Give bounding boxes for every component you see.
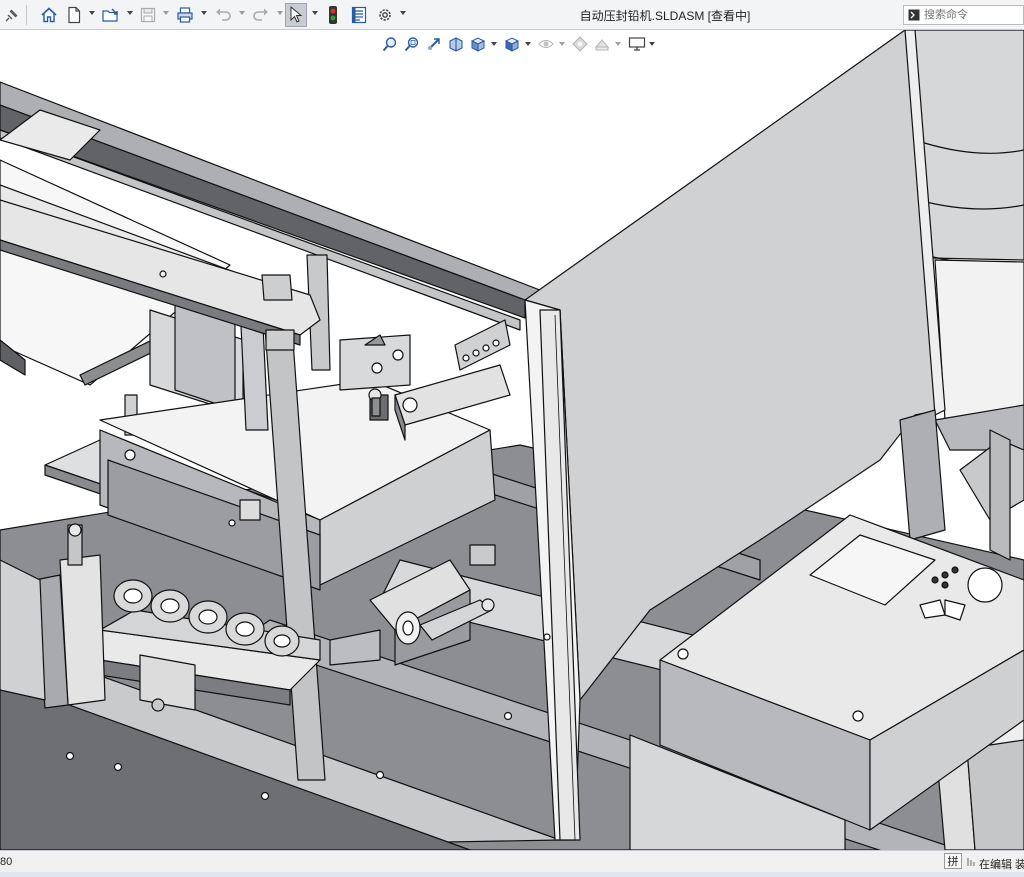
orientation-dropdown-caret[interactable] [491,42,497,46]
undo-icon[interactable] [212,4,234,26]
apply-scene-icon[interactable] [592,34,612,54]
zoom-to-fit-icon[interactable] [380,34,400,54]
print-dropdown-caret[interactable] [201,11,207,15]
status-coordinate: 80 [0,856,13,868]
display-style-icon[interactable] [502,34,522,54]
scene-dropdown-caret[interactable] [615,42,621,46]
save-dropdown-caret[interactable] [163,11,169,15]
command-toolbar: 自动压封铅机.SLDASM [查看中] [0,0,1024,30]
heads-up-view-toolbar [380,34,660,54]
file-properties-icon[interactable] [348,4,370,26]
view-settings-dropdown-caret[interactable] [649,42,655,46]
undo-dropdown-caret[interactable] [239,11,245,15]
traffic-light-icon[interactable] [324,4,342,26]
document-title: 自动压封铅机.SLDASM [查看中] [579,9,751,23]
section-view-icon[interactable] [446,34,466,54]
pin-icon[interactable] [3,4,21,26]
open-dropdown-caret[interactable] [127,11,133,15]
view-orientation-icon[interactable] [468,34,488,54]
status-mode-text: 在编辑 装 [979,859,1024,871]
search-input[interactable] [924,7,1022,23]
command-search-box[interactable] [903,5,1024,25]
print-icon[interactable] [174,4,196,26]
new-dropdown-caret[interactable] [89,11,95,15]
command-prompt-icon [908,9,920,21]
open-folder-icon[interactable] [100,4,122,26]
toolbar-separator [26,5,27,25]
taskbar-edge [0,872,1024,877]
resize-grip-icon [967,858,975,866]
display-style-dropdown-caret[interactable] [525,42,531,46]
home-icon[interactable] [38,4,60,26]
gear-icon[interactable] [374,4,396,26]
hide-show-dropdown-caret[interactable] [559,42,565,46]
select-pointer-icon[interactable] [285,3,307,27]
ime-indicator[interactable]: 拼 [944,853,962,869]
redo-dropdown-caret[interactable] [277,11,283,15]
view-settings-icon[interactable] [626,34,648,54]
graphics-viewport[interactable] [0,30,1024,850]
save-icon[interactable] [138,4,158,26]
hide-show-items-icon[interactable] [536,34,556,54]
edit-appearance-icon[interactable] [570,34,590,54]
previous-view-icon[interactable] [424,34,444,54]
status-bar: 80 拼 在编辑 装 [0,850,1024,872]
redo-icon[interactable] [250,4,272,26]
select-dropdown-caret[interactable] [312,11,318,15]
new-document-icon[interactable] [64,4,84,26]
options-dropdown-caret[interactable] [400,11,406,15]
zoom-to-area-icon[interactable] [402,34,422,54]
